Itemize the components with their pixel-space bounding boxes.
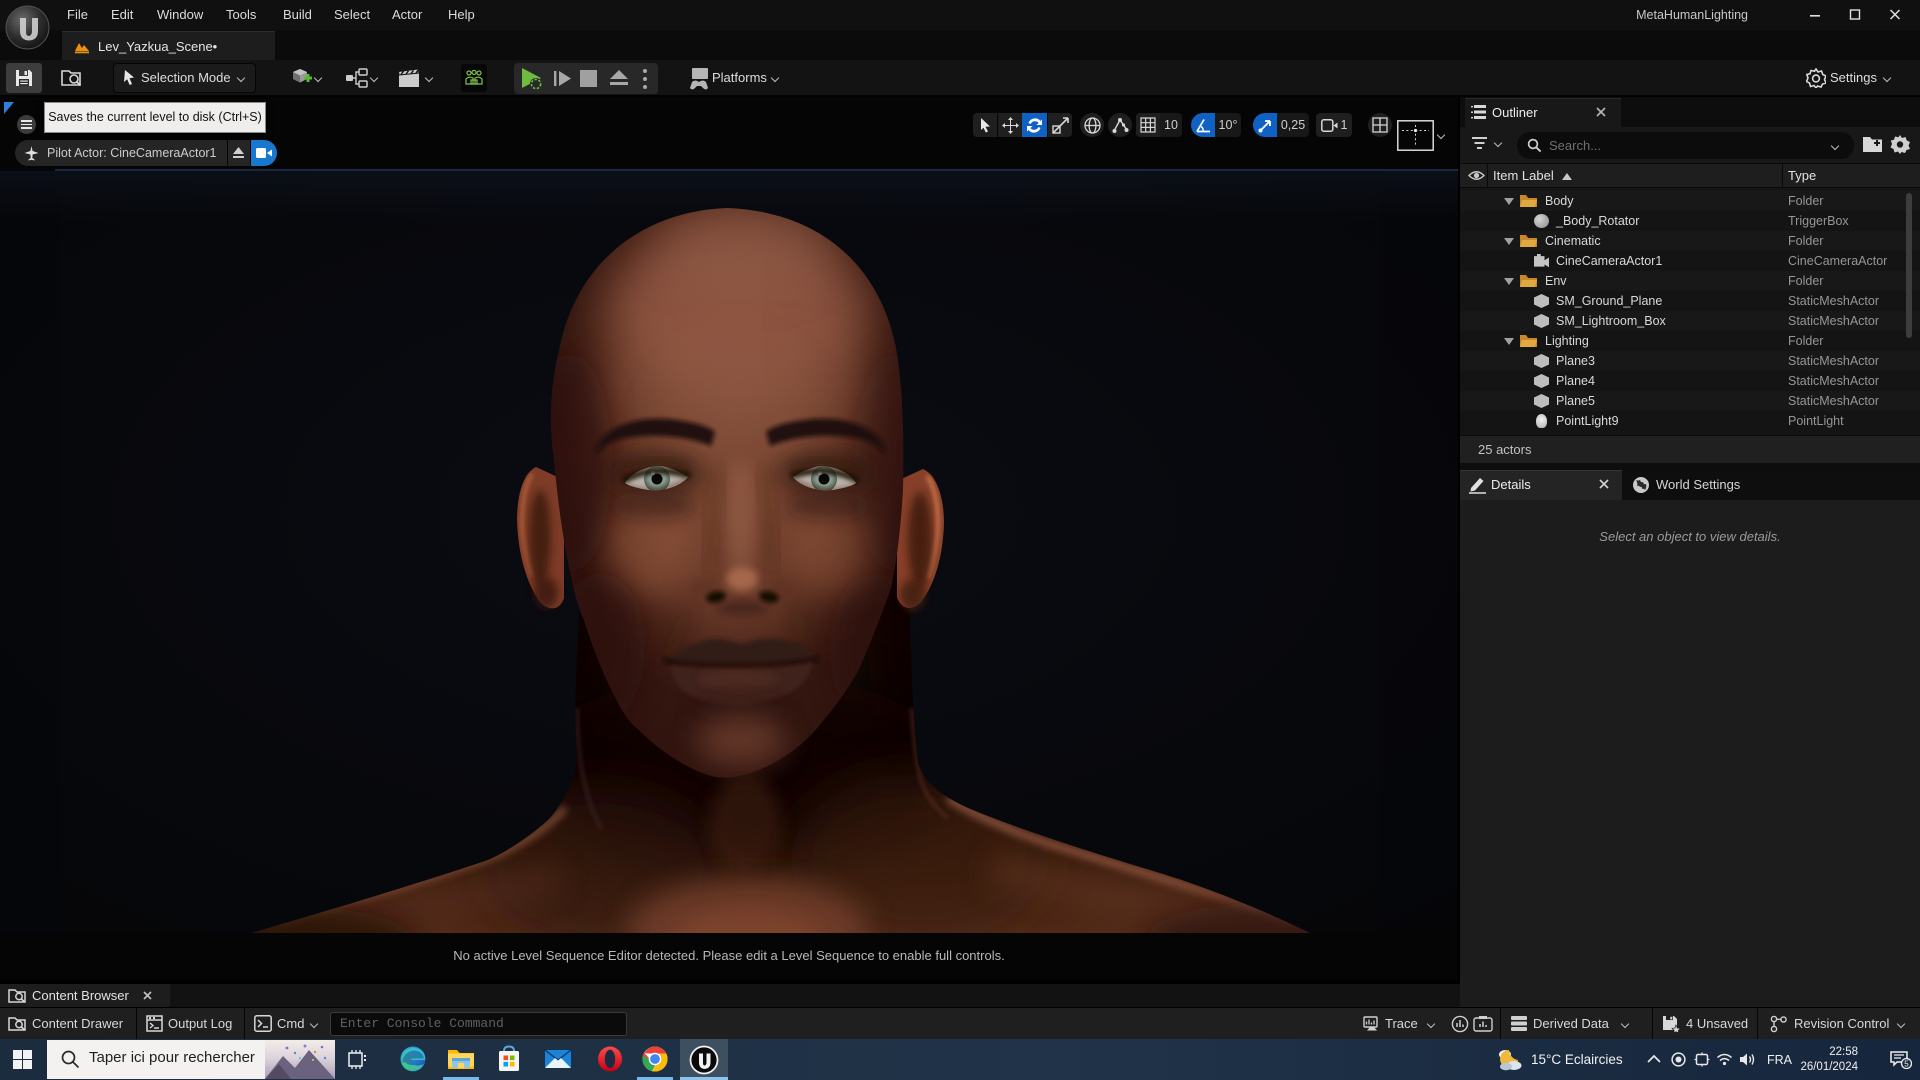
svg-text:5: 5 bbox=[1904, 1060, 1909, 1069]
